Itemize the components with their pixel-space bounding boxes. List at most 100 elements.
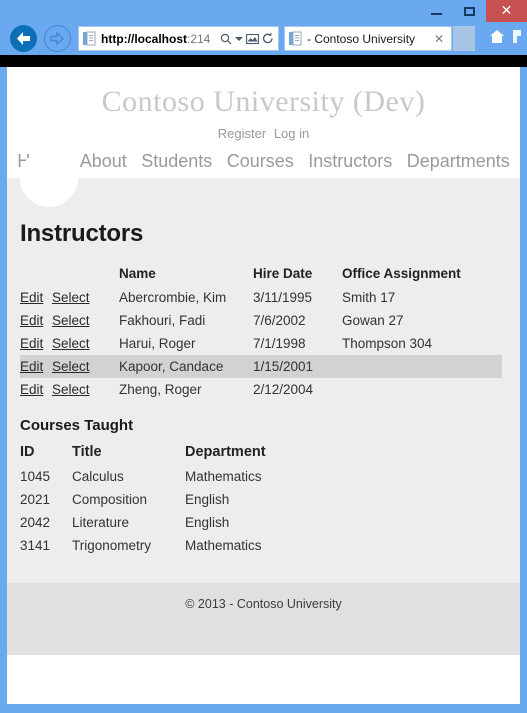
back-arrow-icon [17,32,30,45]
column-header-name: Name [119,266,156,281]
courses-taught-table: ID Title Department 1045 Calculus Mathem… [20,442,355,557]
cell-name: Kapoor, Candace [119,359,224,374]
decorative-circle [20,149,78,207]
edit-link[interactable]: Edit [20,336,43,351]
address-bar[interactable]: http://localhost:214 [78,26,279,51]
table-row: 1045 Calculus Mathematics [20,465,355,488]
compatibility-view-icon[interactable] [246,33,259,45]
site-header: Contoso University (Dev) Register Log in… [7,67,520,178]
table-row[interactable]: Edit Select Fakhouri, Fadi 7/6/2002 Gowa… [20,309,502,332]
forward-button[interactable] [44,25,71,52]
cell-edit: Edit [20,286,52,309]
maximize-button[interactable] [453,0,486,22]
column-header-id: ID [20,444,35,460]
toolbar-icons [489,29,525,44]
register-link[interactable]: Register [218,126,266,141]
maximize-icon [464,6,475,16]
cell-select: Select [52,286,119,309]
tab-favicon-icon [289,31,302,46]
browser-tab[interactable]: - Contoso University ✕ [284,26,452,51]
close-button[interactable]: ✕ [486,0,527,22]
nav-item-instructors[interactable]: Instructors [308,151,392,171]
window-controls: ✕ [420,0,527,22]
table-row: 2021 Composition English [20,488,355,511]
edit-link[interactable]: Edit [20,382,43,397]
edit-link[interactable]: Edit [20,313,43,328]
auth-links: Register Log in [7,126,520,141]
cell-select: Select [52,378,119,401]
new-tab-button[interactable] [453,26,475,51]
content-spacer [20,557,507,583]
table-row[interactable]: Edit Select Harui, Roger 7/1/1998 Thomps… [20,332,502,355]
page-title: Instructors [20,220,144,247]
select-link[interactable]: Select [52,313,90,328]
address-text: http://localhost:214 [101,32,220,46]
column-header-edit [20,264,52,286]
cell-course-title: Composition [72,492,148,507]
nav-item-departments[interactable]: Departments [407,151,510,171]
close-icon: ✕ [500,3,513,19]
cell-hire-date: 3/11/1995 [253,290,313,305]
cell-course-title: Trigonometry [72,538,152,553]
site-brand: Contoso University (Dev) [101,85,426,118]
back-button[interactable] [10,25,37,52]
cell-hire-date: 1/15/2001 [253,359,314,374]
select-link[interactable]: Select [52,336,90,351]
table-row[interactable]: Edit Select Abercrombie, Kim 3/11/1995 S… [20,286,502,309]
cell-course-title: Literature [72,515,130,530]
refresh-icon[interactable] [262,32,274,45]
main-navigation: Home About Students Courses Instructors … [7,151,520,178]
tab-close-icon[interactable]: ✕ [431,32,447,46]
cell-course-id: 1045 [20,469,51,484]
column-header-select [52,264,119,286]
table-row-selected[interactable]: Edit Select Kapoor, Candace 1/15/2001 [20,355,502,378]
home-icon[interactable] [489,29,505,44]
search-icon[interactable] [220,33,232,45]
column-header-department: Department [185,444,266,460]
minimize-icon [431,13,442,15]
page-top-strip [0,55,527,67]
tools-gear-icon[interactable] [511,29,525,44]
table-row[interactable]: Edit Select Zheng, Roger 2/12/2004 [20,378,502,401]
column-header-office-assignment: Office Assignment [342,266,461,281]
select-link[interactable]: Select [52,290,90,305]
column-header-hire-date: Hire Date [253,266,313,281]
courses-header-row: ID Title Department [20,442,355,465]
cell-select: Select [52,355,119,378]
column-header-title: Title [72,444,102,460]
page-content: Instructors Name Hire Date Office Assign… [7,149,520,583]
login-link[interactable]: Log in [274,126,309,141]
instructors-table: Name Hire Date Office Assignment Edit Se… [20,264,502,401]
cell-hire-date: 7/1/1998 [253,336,306,351]
minimize-button[interactable] [420,0,453,22]
cell-office: Gowan 27 [342,313,404,328]
cell-name: Zheng, Roger [119,382,202,397]
cell-name: Harui, Roger [119,336,196,351]
cell-edit: Edit [20,309,52,332]
cell-course-title: Calculus [72,469,124,484]
cell-course-id: 2021 [20,492,51,507]
cell-course-id: 3141 [20,538,51,553]
address-path: :214 [187,31,211,46]
site-footer: © 2013 - Contoso University [7,583,520,655]
select-link[interactable]: Select [52,382,90,397]
cell-course-department: English [185,492,230,507]
cell-hire-date: 2/12/2004 [253,382,314,397]
cell-edit: Edit [20,332,52,355]
edit-link[interactable]: Edit [20,290,43,305]
nav-item-about[interactable]: About [80,151,127,171]
table-row: 2042 Literature English [20,511,355,534]
footer-copyright: © 2013 - Contoso University [185,597,342,611]
browser-window: ✕ http://localhost:214 - Contoso Univers… [0,0,527,713]
select-link[interactable]: Select [52,359,90,374]
cell-course-department: Mathematics [185,538,262,553]
cell-name: Fakhouri, Fadi [119,313,206,328]
nav-item-students[interactable]: Students [141,151,212,171]
title-bar: ✕ [0,0,527,22]
cell-hire-date: 7/6/2002 [253,313,306,328]
edit-link[interactable]: Edit [20,359,43,374]
page-viewport: Contoso University (Dev) Register Log in… [7,67,520,704]
chevron-down-icon[interactable] [235,36,243,41]
nav-item-courses[interactable]: Courses [227,151,294,171]
table-header-row: Name Hire Date Office Assignment [20,264,502,286]
